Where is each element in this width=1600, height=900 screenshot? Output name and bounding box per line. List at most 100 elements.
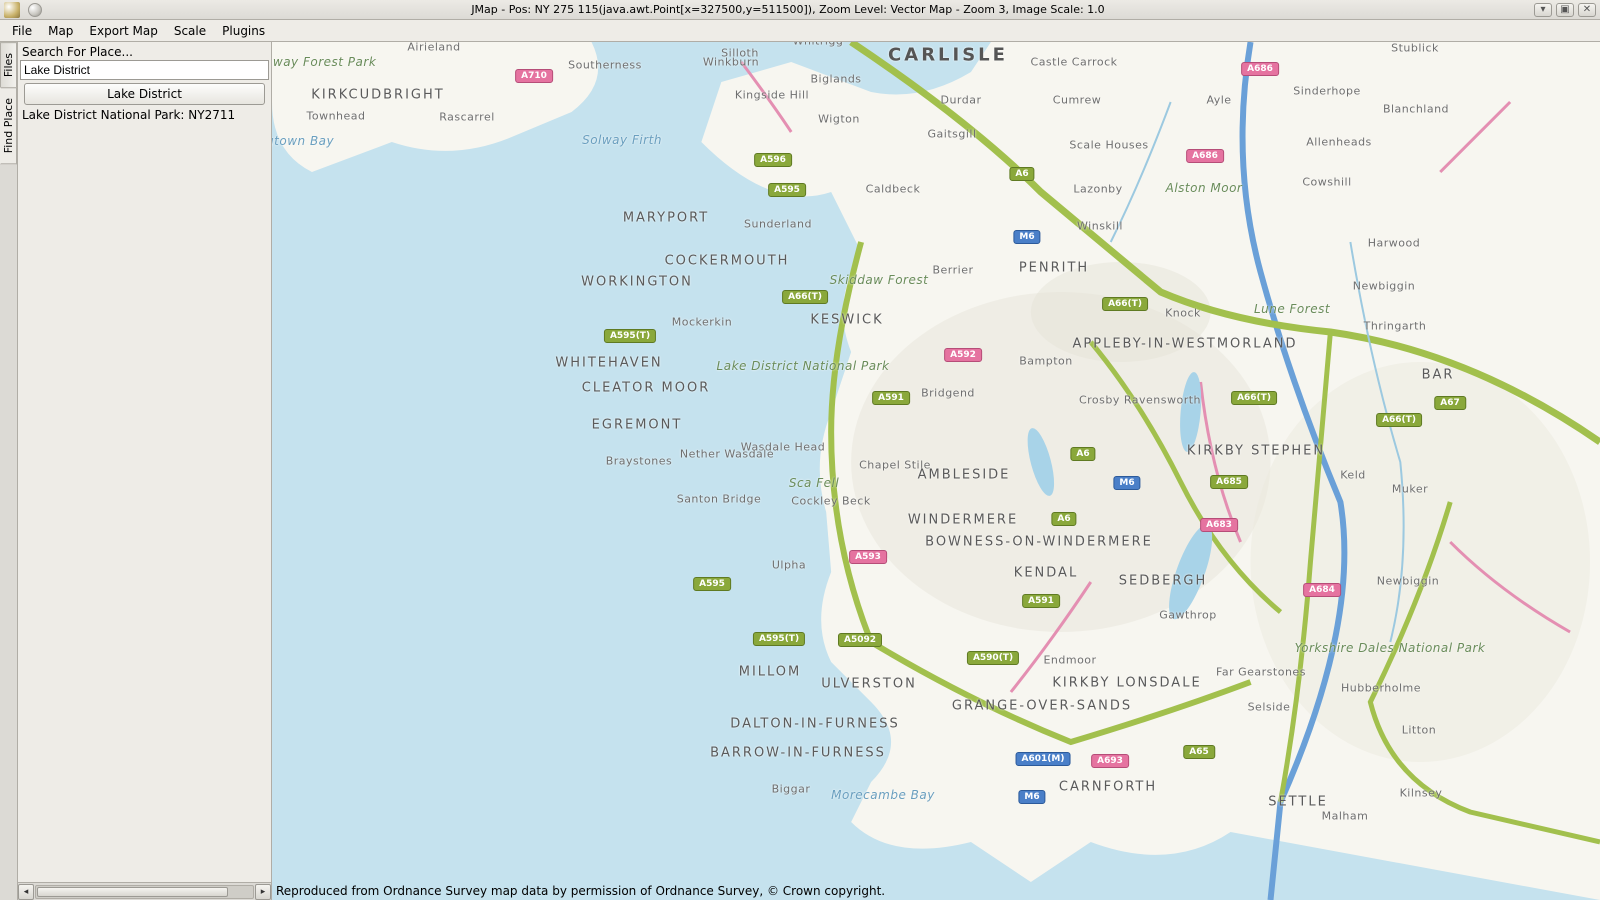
place-label: Winskill — [1077, 220, 1123, 233]
place-label: Harwood — [1368, 237, 1420, 250]
place-label: Nether Wasdale — [680, 448, 774, 461]
place-label: PENRITH — [1019, 261, 1089, 276]
place-label: Mockerkin — [672, 316, 732, 329]
place-label: Wigton — [818, 113, 860, 126]
place-label: Bridgend — [921, 387, 975, 400]
road-shield: A683 — [1200, 518, 1238, 532]
scroll-left-icon[interactable]: ◂ — [18, 884, 34, 900]
place-label: Ulpha — [772, 559, 806, 572]
menu-map[interactable]: Map — [40, 22, 81, 40]
road-shield: A710 — [515, 69, 553, 83]
road-shield: A596 — [754, 153, 792, 167]
road-shield: A65 — [1183, 745, 1215, 759]
window-menu-icon[interactable] — [28, 3, 42, 17]
menu-plugins[interactable]: Plugins — [214, 22, 273, 40]
search-label: Search For Place... — [20, 44, 269, 60]
place-label: Braystones — [606, 455, 673, 468]
place-label: Airieland — [407, 42, 460, 54]
road-shield: A591 — [872, 391, 910, 405]
menu-export-map[interactable]: Export Map — [81, 22, 165, 40]
place-label: WHITEHAVEN — [555, 356, 662, 371]
scroll-right-icon[interactable]: ▸ — [255, 884, 271, 900]
place-label: Galloway Forest Park — [272, 55, 376, 69]
place-label: Solway Firth — [582, 133, 662, 147]
place-label: MARYPORT — [623, 211, 709, 226]
place-label: Knock — [1165, 307, 1201, 320]
find-place-panel: Search For Place... Lake District Lake D… — [18, 42, 272, 900]
road-shield: M6 — [1013, 230, 1040, 244]
road-shield: A685 — [1210, 475, 1248, 489]
road-shield: A67 — [1434, 396, 1466, 410]
place-label: KIRKCUDBRIGHT — [311, 88, 444, 103]
place-label: Newbiggin — [1353, 280, 1416, 293]
maximize-button[interactable]: ▣ — [1556, 3, 1574, 17]
place-label: KESWICK — [810, 313, 883, 328]
place-label: Alston Moor — [1166, 181, 1243, 195]
place-label: Durdar — [940, 94, 981, 107]
tab-find-place[interactable]: Find Place — [0, 87, 17, 164]
place-label: Sunderland — [744, 218, 812, 231]
scroll-thumb[interactable] — [37, 887, 228, 897]
place-label: SETTLE — [1268, 795, 1328, 810]
road-shield: M6 — [1018, 790, 1045, 804]
search-input[interactable] — [20, 60, 269, 80]
place-label: Newbiggin — [1377, 575, 1440, 588]
map-canvas[interactable]: CARLISLEKIRKCUDBRIGHTGalloway Forest Par… — [272, 42, 1600, 900]
place-label: Kingside Hill — [735, 89, 809, 102]
place-label: Winkburn — [703, 56, 759, 69]
place-label: BOWNESS-ON-WINDERMERE — [925, 535, 1153, 550]
place-label: BARROW-IN-FURNESS — [710, 746, 886, 761]
sidebar-hscrollbar[interactable]: ◂ ▸ — [18, 882, 271, 900]
place-label: DALTON-IN-FURNESS — [730, 717, 899, 732]
road-shield: A684 — [1303, 583, 1341, 597]
road-shield: A592 — [944, 348, 982, 362]
place-label: Gaitsgill — [927, 128, 976, 141]
place-label: Muker — [1392, 483, 1428, 496]
place-label: Scale Houses — [1069, 139, 1148, 152]
road-shield: A6 — [1070, 447, 1095, 461]
place-label: Yorkshire Dales National Park — [1295, 641, 1486, 655]
place-label: Bampton — [1019, 355, 1073, 368]
place-label: Crosby Ravensworth — [1079, 394, 1201, 407]
place-label: Biggar — [772, 783, 811, 796]
minimize-button[interactable]: ▾ — [1534, 3, 1552, 17]
place-label: Cumrew — [1053, 94, 1101, 107]
scroll-track[interactable] — [35, 885, 254, 899]
place-label: Gawthrop — [1159, 609, 1217, 622]
place-label: Endmoor — [1043, 654, 1096, 667]
workspace: Files Find Place Search For Place... Lak… — [0, 42, 1600, 900]
place-label: BAR — [1422, 368, 1455, 383]
place-label: Southerness — [568, 59, 642, 72]
place-label: GRANGE-OVER-SANDS — [952, 699, 1132, 714]
close-button[interactable]: ✕ — [1578, 3, 1596, 17]
road-shield: A66(T) — [1102, 297, 1148, 311]
road-shield: A595 — [693, 577, 731, 591]
place-label: MILLOM — [739, 665, 802, 680]
road-shield: A66(T) — [1376, 413, 1422, 427]
place-label: Stublick — [1391, 42, 1439, 55]
place-label: Ayle — [1206, 94, 1231, 107]
road-shield: A6 — [1051, 512, 1076, 526]
window-controls: ▾ ▣ ✕ — [1534, 3, 1596, 17]
menu-scale[interactable]: Scale — [166, 22, 214, 40]
place-label: Cowshill — [1302, 176, 1351, 189]
place-label: Far Gearstones — [1216, 666, 1306, 679]
place-label: KIRKBY STEPHEN — [1187, 444, 1325, 459]
place-label: Hubberholme — [1341, 682, 1421, 695]
tab-files[interactable]: Files — [0, 42, 17, 88]
road-shield: A593 — [849, 550, 887, 564]
place-label: Sinderhope — [1293, 85, 1361, 98]
road-shield: A595 — [768, 183, 806, 197]
side-tabs: Files Find Place — [0, 42, 18, 900]
place-label: KENDAL — [1014, 566, 1078, 581]
place-label: Malham — [1322, 810, 1369, 823]
map-attribution: Reproduced from Ordnance Survey map data… — [276, 884, 885, 898]
search-result-dropdown[interactable]: Lake District — [24, 83, 265, 105]
place-label: Thringarth — [1364, 320, 1427, 333]
road-shield: A595(T) — [604, 329, 656, 343]
place-label: Skiddaw Forest — [830, 273, 929, 287]
menu-file[interactable]: File — [4, 22, 40, 40]
place-label: Kilnsey — [1400, 787, 1443, 800]
place-label: Santon Bridge — [677, 493, 762, 506]
place-label: Selside — [1248, 701, 1291, 714]
